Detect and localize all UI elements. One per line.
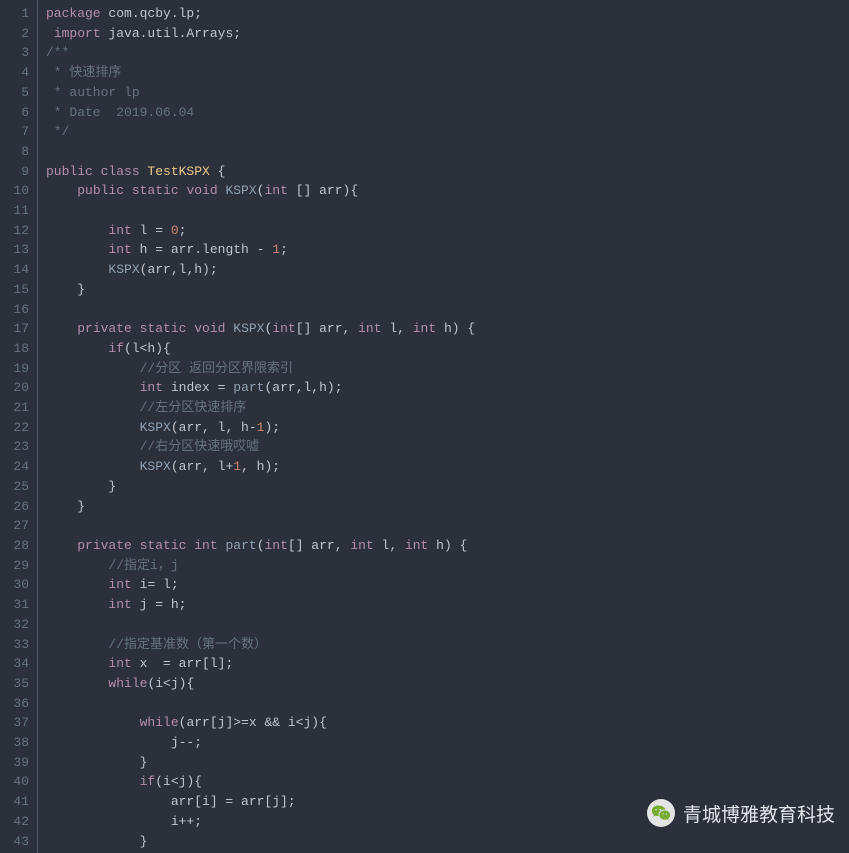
line-number: 13 xyxy=(4,240,29,260)
code-line[interactable]: } xyxy=(46,280,849,300)
line-number: 25 xyxy=(4,477,29,497)
code-line[interactable]: while(arr[j]>=x && i<j){ xyxy=(46,713,849,733)
code-line[interactable]: } xyxy=(46,477,849,497)
code-line[interactable] xyxy=(46,615,849,635)
line-number: 29 xyxy=(4,556,29,576)
line-number: 41 xyxy=(4,792,29,812)
line-number: 28 xyxy=(4,536,29,556)
code-line[interactable]: //指定基准数（第一个数） xyxy=(46,635,849,655)
wechat-icon xyxy=(647,799,675,827)
line-number: 7 xyxy=(4,122,29,142)
code-line[interactable]: KSPX(arr, l+1, h); xyxy=(46,457,849,477)
line-number: 26 xyxy=(4,497,29,517)
line-number: 8 xyxy=(4,142,29,162)
code-line[interactable]: int h = arr.length - 1; xyxy=(46,240,849,260)
code-line[interactable]: //分区 返回分区界限索引 xyxy=(46,359,849,379)
code-line[interactable]: } xyxy=(46,497,849,517)
watermark: 青城博雅教育科技 xyxy=(647,799,835,827)
line-number: 18 xyxy=(4,339,29,359)
code-line[interactable]: public class TestKSPX { xyxy=(46,162,849,182)
line-number: 31 xyxy=(4,595,29,615)
line-number: 20 xyxy=(4,378,29,398)
code-line[interactable]: } xyxy=(46,832,849,852)
line-number: 14 xyxy=(4,260,29,280)
code-area[interactable]: package com.qcby.lp; import java.util.Ar… xyxy=(38,0,849,853)
code-line[interactable]: * Date 2019.06.04 xyxy=(46,103,849,123)
line-number: 23 xyxy=(4,437,29,457)
line-number: 24 xyxy=(4,457,29,477)
code-line[interactable]: private static void KSPX(int[] arr, int … xyxy=(46,319,849,339)
code-line[interactable]: while(i<j){ xyxy=(46,674,849,694)
code-line[interactable]: int l = 0; xyxy=(46,221,849,241)
line-number: 34 xyxy=(4,654,29,674)
line-number: 39 xyxy=(4,753,29,773)
line-number: 9 xyxy=(4,162,29,182)
line-number: 27 xyxy=(4,516,29,536)
code-line[interactable] xyxy=(46,142,849,162)
code-line[interactable] xyxy=(46,201,849,221)
watermark-text: 青城博雅教育科技 xyxy=(683,800,835,827)
code-line[interactable] xyxy=(46,516,849,536)
line-number: 35 xyxy=(4,674,29,694)
code-line[interactable]: int x = arr[l]; xyxy=(46,654,849,674)
line-number: 2 xyxy=(4,24,29,44)
code-line[interactable]: if(l<h){ xyxy=(46,339,849,359)
line-number: 12 xyxy=(4,221,29,241)
code-line[interactable]: } xyxy=(46,753,849,773)
line-number: 3 xyxy=(4,43,29,63)
line-number: 32 xyxy=(4,615,29,635)
code-line[interactable]: private static int part(int[] arr, int l… xyxy=(46,536,849,556)
line-number: 21 xyxy=(4,398,29,418)
code-editor: 1234567891011121314151617181920212223242… xyxy=(0,0,849,853)
line-number: 19 xyxy=(4,359,29,379)
code-line[interactable]: public static void KSPX(int [] arr){ xyxy=(46,181,849,201)
code-line[interactable]: KSPX(arr,l,h); xyxy=(46,260,849,280)
line-number: 40 xyxy=(4,772,29,792)
line-number: 5 xyxy=(4,83,29,103)
code-line[interactable]: * 快速排序 xyxy=(46,63,849,83)
code-line[interactable]: if(i<j){ xyxy=(46,772,849,792)
line-number-gutter: 1234567891011121314151617181920212223242… xyxy=(0,0,38,853)
line-number: 22 xyxy=(4,418,29,438)
line-number: 11 xyxy=(4,201,29,221)
code-line[interactable] xyxy=(46,694,849,714)
line-number: 6 xyxy=(4,103,29,123)
code-line[interactable]: //右分区快速哦哎嘘 xyxy=(46,437,849,457)
code-line[interactable]: * author lp xyxy=(46,83,849,103)
code-line[interactable]: int i= l; xyxy=(46,575,849,595)
line-number: 16 xyxy=(4,300,29,320)
line-number: 17 xyxy=(4,319,29,339)
code-line[interactable] xyxy=(46,300,849,320)
line-number: 1 xyxy=(4,4,29,24)
line-number: 37 xyxy=(4,713,29,733)
line-number: 36 xyxy=(4,694,29,714)
line-number: 33 xyxy=(4,635,29,655)
line-number: 15 xyxy=(4,280,29,300)
code-line[interactable]: import java.util.Arrays; xyxy=(46,24,849,44)
line-number: 30 xyxy=(4,575,29,595)
code-line[interactable]: /** xyxy=(46,43,849,63)
code-line[interactable]: int index = part(arr,l,h); xyxy=(46,378,849,398)
line-number: 4 xyxy=(4,63,29,83)
code-line[interactable]: int j = h; xyxy=(46,595,849,615)
code-line[interactable]: //指定i，j xyxy=(46,556,849,576)
line-number: 38 xyxy=(4,733,29,753)
code-line[interactable]: KSPX(arr, l, h-1); xyxy=(46,418,849,438)
line-number: 10 xyxy=(4,181,29,201)
line-number: 42 xyxy=(4,812,29,832)
code-line[interactable]: */ xyxy=(46,122,849,142)
code-line[interactable]: j--; xyxy=(46,733,849,753)
code-line[interactable]: //左分区快速排序 xyxy=(46,398,849,418)
line-number: 43 xyxy=(4,832,29,852)
code-line[interactable]: package com.qcby.lp; xyxy=(46,4,849,24)
